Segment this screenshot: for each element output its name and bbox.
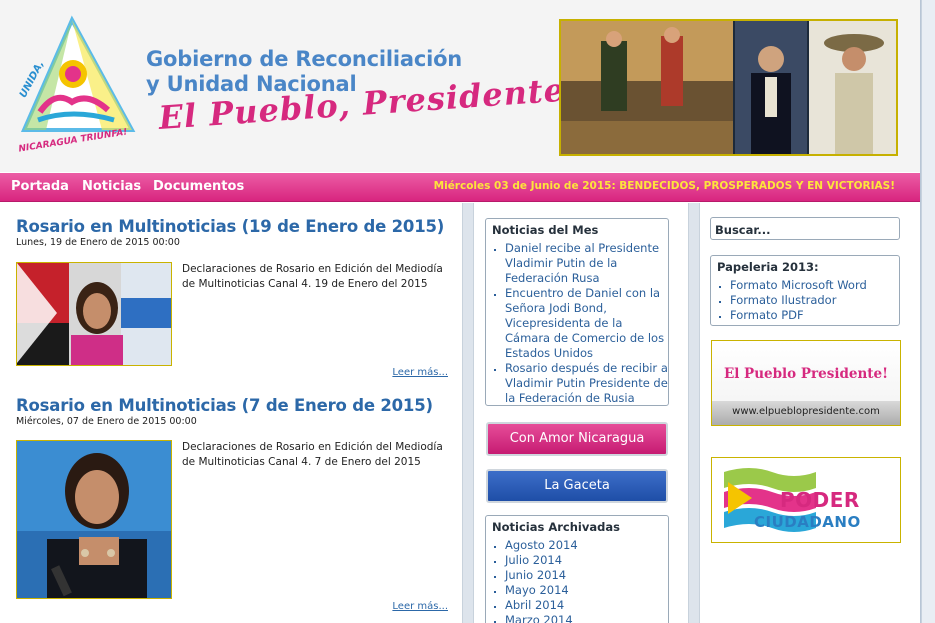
article-thumbnail[interactable] (16, 440, 172, 599)
list-item[interactable]: Daniel recibe al Presidente Vladimir Put… (505, 241, 668, 286)
read-more-link[interactable]: Leer más... (392, 601, 448, 612)
banner-footer: www.elpueblopresidente.com (712, 401, 900, 425)
article-summary: Declaraciones de Rosario en Edición del … (182, 263, 443, 290)
list-item[interactable]: Formato PDF (730, 308, 899, 323)
header: UNIDA, NICARAGUA TRIUNFA! Gobierno de Re… (0, 0, 920, 172)
list-item[interactable]: Marzo 2014 (505, 613, 668, 623)
nav-item-documentos[interactable]: Documentos (153, 179, 244, 194)
article: Rosario en Multinoticias (7 de Enero de … (16, 396, 452, 616)
article-thumbnail[interactable] (16, 262, 172, 366)
banner-line1: PODER (780, 488, 860, 512)
search-input[interactable]: Buscar... (710, 217, 900, 240)
poder-ciudadano-banner[interactable]: PODER CIUDADANO (711, 457, 901, 543)
middle-column: Noticias del Mes Daniel recibe al Presid… (474, 203, 688, 623)
column-separator (688, 203, 700, 623)
list-item[interactable]: Formato Microsoft Word (730, 278, 899, 293)
list-item[interactable]: Abril 2014 (505, 598, 668, 613)
box-title: Noticias Archivadas (492, 520, 620, 534)
noticias-archivadas-box: Noticias Archivadas Agosto 2014 Julio 20… (485, 515, 669, 623)
main-nav: Portada Noticias Documentos Miércoles 03… (0, 172, 920, 202)
article: Rosario en Multinoticias (19 de Enero de… (16, 217, 452, 387)
box-title: Noticias del Mes (492, 223, 599, 237)
nav-date-banner: Miércoles 03 de Junio de 2015: BENDECIDO… (433, 180, 895, 192)
noticias-mes-box: Noticias del Mes Daniel recibe al Presid… (485, 218, 669, 406)
header-paintings-image (559, 19, 898, 156)
list-item[interactable]: Julio 2014 (505, 553, 668, 568)
list-item[interactable]: Mayo 2014 (505, 583, 668, 598)
box-title: Papeleria 2013: (717, 260, 819, 274)
list-item[interactable]: Encuentro de Daniel con la Señora Jodi B… (505, 286, 668, 361)
news-list: Daniel recibe al Presidente Vladimir Put… (486, 241, 668, 406)
papeleria-box: Papeleria 2013: Formato Microsoft Word F… (710, 255, 900, 326)
vertical-scrollbar[interactable] (921, 0, 935, 623)
nav-item-portada[interactable]: Portada (11, 179, 69, 194)
archive-list: Agosto 2014 Julio 2014 Junio 2014 Mayo 2… (486, 538, 668, 623)
column-separator (462, 203, 474, 623)
nav-item-noticias[interactable]: Noticias (82, 179, 141, 194)
page: UNIDA, NICARAGUA TRIUNFA! Gobierno de Re… (0, 0, 921, 623)
list-item[interactable]: Rosario después de recibir a Vladimir Pu… (505, 361, 668, 406)
list-item[interactable]: Formato Ilustrador (730, 293, 899, 308)
article-title[interactable]: Rosario en Multinoticias (19 de Enero de… (16, 217, 452, 236)
banner-line2: CIUDADANO (754, 513, 861, 531)
site-title-line1: Gobierno de Reconciliación (146, 47, 463, 71)
article-summary: Declaraciones de Rosario en Edición del … (182, 441, 443, 468)
banner-title: El Pueblo Presidente! (723, 366, 889, 382)
el-pueblo-presidente-banner[interactable]: El Pueblo Presidente! www.elpueblopresid… (711, 340, 901, 426)
right-sidebar: Buscar... Papeleria 2013: Formato Micros… (700, 203, 920, 623)
main-content: Rosario en Multinoticias (19 de Enero de… (0, 203, 462, 623)
list-item[interactable]: Junio 2014 (505, 568, 668, 583)
article-title[interactable]: Rosario en Multinoticias (7 de Enero de … (16, 396, 452, 415)
article-date: Miércoles, 07 de Enero de 2015 00:00 (16, 416, 197, 427)
list-item[interactable]: Agosto 2014 (505, 538, 668, 553)
papeleria-list: Formato Microsoft Word Formato Ilustrado… (711, 278, 899, 323)
banner-url: www.elpueblopresidente.com (732, 406, 880, 417)
con-amor-nicaragua-button[interactable]: Con Amor Nicaragua (486, 422, 668, 456)
site-logo[interactable]: UNIDA, NICARAGUA TRIUNFA! (10, 12, 155, 162)
read-more-link[interactable]: Leer más... (392, 367, 448, 378)
la-gaceta-button[interactable]: La Gaceta (486, 469, 668, 503)
article-date: Lunes, 19 de Enero de 2015 00:00 (16, 237, 180, 248)
